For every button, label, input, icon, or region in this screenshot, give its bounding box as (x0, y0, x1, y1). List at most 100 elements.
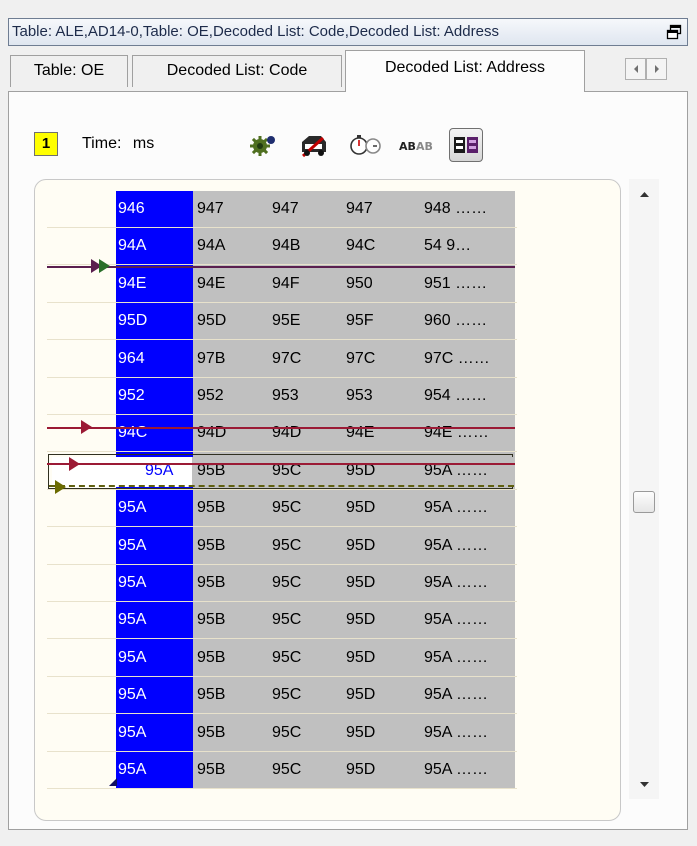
value-cell: 953 (346, 387, 373, 404)
table-row[interactable]: 946 947 947 947 948 …… (35, 191, 620, 228)
address-cell: 95A (118, 574, 147, 591)
tab-decoded-list-code[interactable]: Decoded List: Code (132, 55, 342, 87)
arrow-left-icon (633, 65, 638, 73)
value-cell: 94E (197, 274, 226, 292)
table-row[interactable]: 95A 95B 95C 95D 95A …… (35, 640, 620, 677)
address-cell: 94E (118, 274, 147, 292)
table-row[interactable]: 94A 94A 94B 94C 54 9… (35, 228, 620, 266)
selected-table-row[interactable]: 95A 95B 95C 95D 95A …… (35, 453, 620, 490)
value-cell: 95A …… (424, 723, 489, 741)
table-row[interactable]: 95A 95B 95C 95D 95A …… (35, 752, 620, 789)
table-row[interactable]: 95A 95B 95C 95D 95A …… (35, 677, 620, 715)
table-row[interactable]: 94C 94D 94D 94E 94E …… (35, 415, 620, 453)
svg-text:AB: AB (399, 140, 416, 153)
table-row[interactable]: 95A 95B 95C 95D 95A …… (35, 715, 620, 752)
table-row[interactable]: 952 952 953 953 954 …… (35, 378, 620, 415)
value-cell: 95A …… (424, 611, 489, 629)
address-cell: 95A (118, 611, 147, 629)
tab-scroll-right-button[interactable] (646, 58, 667, 80)
scroll-down-button[interactable] (629, 769, 659, 799)
ab-compare-icon: AB AB (399, 140, 433, 153)
trace-marker-icon[interactable] (69, 457, 80, 471)
value-cell: 95C (272, 499, 302, 517)
table-row[interactable]: 94E 94E 94F 950 951 …… (35, 266, 620, 303)
toolbar: 1 Time: ms AB AB (9, 92, 687, 172)
trace-marker-icon[interactable] (99, 259, 110, 273)
address-cell: 94A (118, 237, 147, 255)
value-cell: 95C (272, 686, 302, 704)
trace-marker-icon[interactable] (55, 480, 66, 494)
frame-number-badge[interactable]: 1 (34, 132, 58, 156)
value-cell: 97C …… (424, 349, 490, 367)
value-cell: 95D (346, 723, 376, 741)
value-cell: 54 9… (424, 237, 472, 255)
trace-marker-icon[interactable] (81, 420, 92, 434)
tab-table-oe[interactable]: Table: OE (10, 55, 128, 87)
value-cell: 947 (197, 200, 224, 217)
value-cell: 95D (346, 648, 376, 666)
table-row[interactable]: 964 97B 97C 97C 97C …… (35, 341, 620, 378)
scrollbar-thumb[interactable] (633, 491, 655, 513)
ab-compare-button[interactable]: AB AB (399, 128, 433, 162)
stopwatch-button[interactable] (349, 128, 383, 162)
value-cell: 95A …… (424, 648, 489, 666)
waveform-view-button[interactable] (449, 128, 483, 162)
value-cell: 97C (272, 349, 302, 367)
value-cell: 948 …… (424, 200, 488, 217)
car-icon (301, 136, 326, 158)
value-cell: 97B (197, 349, 226, 367)
table-row[interactable]: 95A 95B 95C 95D 95A …… (35, 565, 620, 602)
decoded-address-grid[interactable]: 946 947 947 947 948 …… 94A 94A 94B 94C 54 9… 94E 94… (34, 179, 621, 821)
address-cell: 95A (118, 499, 147, 517)
trace-line-red (47, 427, 515, 429)
window-title: Table: ALE,AD14-0,Table: OE,Decoded List… (12, 23, 499, 40)
value-cell: 94C (346, 237, 376, 255)
value-cell: 95B (197, 648, 226, 666)
value-cell: 953 (272, 387, 299, 404)
vertical-scrollbar[interactable] (629, 179, 659, 799)
row-separator (47, 788, 517, 789)
scroll-up-button[interactable] (629, 179, 659, 209)
table-row[interactable]: 95A 95B 95C 95D 95A …… (35, 602, 620, 640)
gear-button[interactable] (245, 128, 279, 162)
value-cell: 95B (197, 574, 226, 591)
value-cell: 95D (346, 611, 376, 629)
value-cell: 95A …… (424, 686, 489, 704)
value-cell: 95C (272, 723, 302, 741)
value-cell: 95B (197, 761, 226, 778)
value-cell: 95D (346, 761, 376, 778)
value-cell: 95C (272, 611, 302, 629)
value-cell: 95E (272, 312, 301, 330)
corner-marker-icon (109, 778, 117, 786)
value-cell: 952 (197, 387, 224, 404)
value-cell: 951 …… (424, 274, 488, 292)
value-cell: 960 …… (424, 312, 488, 330)
value-cell: 95B (197, 499, 226, 517)
table-row[interactable]: 95A 95B 95C 95D 95A …… (35, 528, 620, 565)
decoded-list-window: Table: ALE,AD14-0,Table: OE,Decoded List… (0, 0, 697, 846)
stopwatch-icon (350, 135, 381, 155)
value-cell: 97C (346, 349, 376, 367)
tab-decoded-list-address[interactable]: Decoded List: Address (345, 50, 585, 92)
address-cell: 95A (118, 536, 147, 554)
svg-text:AB: AB (416, 140, 433, 153)
address-cell: 964 (118, 349, 145, 367)
time-unit-label: Time: ms (82, 135, 154, 153)
trace-line-purple (47, 266, 515, 268)
value-cell: 95C (272, 648, 302, 666)
window-titlebar[interactable]: Table: ALE,AD14-0,Table: OE,Decoded List… (8, 18, 688, 46)
value-cell: 95D (346, 536, 376, 554)
address-cell: 95A (118, 648, 147, 666)
value-cell: 95B (197, 611, 226, 629)
restore-window-button[interactable] (664, 22, 684, 42)
table-row[interactable]: 95D 95D 95E 95F 960 …… (35, 303, 620, 341)
value-cell: 95C (272, 536, 302, 554)
car-button[interactable] (297, 128, 331, 162)
table-row[interactable]: 95A 95B 95C 95D 95A …… (35, 490, 620, 528)
value-cell: 95A …… (424, 536, 489, 554)
value-cell: 95F (346, 312, 374, 330)
address-cell: 95A (118, 723, 147, 741)
value-cell: 95D (346, 574, 376, 591)
tab-bar: Table: OE Decoded List: Code Decoded Lis… (8, 50, 688, 92)
tab-scroll-left-button[interactable] (625, 58, 646, 80)
